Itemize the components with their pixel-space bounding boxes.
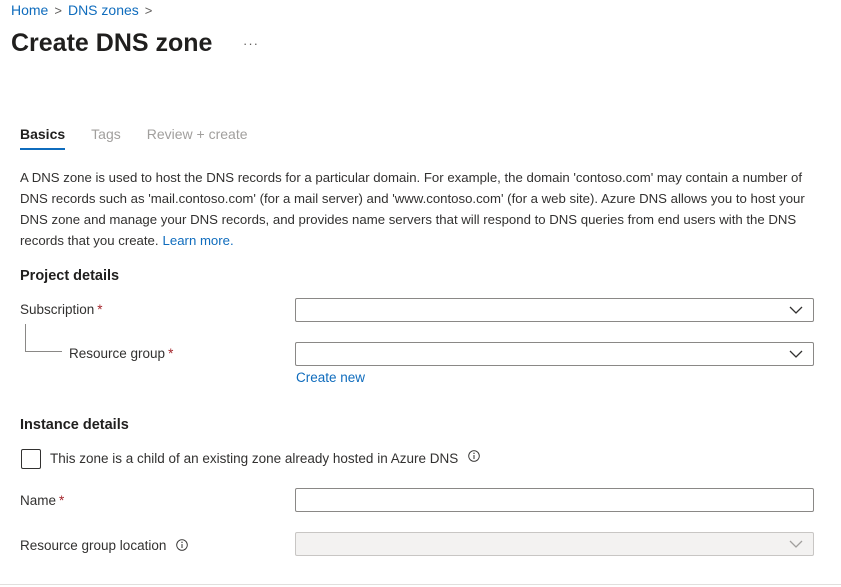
resource-group-location-label: Resource group location <box>20 538 188 553</box>
resource-group-label-text: Resource group <box>69 346 166 361</box>
name-label: Name * <box>20 493 64 508</box>
divider <box>0 584 841 585</box>
resource-group-dropdown[interactable] <box>295 342 814 366</box>
page-title: Create DNS zone <box>11 29 213 57</box>
resource-group-location-dropdown <box>295 532 814 556</box>
name-input[interactable] <box>295 488 814 512</box>
learn-more-link[interactable]: Learn more. <box>163 233 234 248</box>
tab-tags[interactable]: Tags <box>91 126 121 150</box>
info-icon[interactable] <box>468 450 480 463</box>
name-label-text: Name <box>20 493 57 508</box>
breadcrumb-dns-zones-link[interactable]: DNS zones <box>68 2 139 18</box>
chevron-down-icon <box>789 540 803 548</box>
tree-connector <box>25 324 26 351</box>
project-details-heading: Project details <box>20 268 120 284</box>
breadcrumb-home-link[interactable]: Home <box>11 2 48 18</box>
subscription-label: Subscription * <box>20 302 103 317</box>
chevron-down-icon <box>789 350 803 358</box>
tab-review-create[interactable]: Review + create <box>147 126 248 150</box>
chevron-down-icon <box>789 306 803 314</box>
create-new-resource-group-link[interactable]: Create new <box>296 370 365 385</box>
subscription-label-text: Subscription <box>20 302 95 317</box>
required-marker: * <box>59 493 65 508</box>
tree-connector <box>25 351 62 352</box>
required-marker: * <box>168 346 174 361</box>
info-icon[interactable] <box>176 539 188 551</box>
instance-details-heading: Instance details <box>20 417 129 433</box>
intro-text: A DNS zone is used to host the DNS recor… <box>20 170 805 248</box>
resource-group-location-label-text: Resource group location <box>20 538 167 553</box>
required-marker: * <box>97 302 103 317</box>
child-zone-label: This zone is a child of an existing zone… <box>50 450 480 466</box>
tab-bar: Basics Tags Review + create <box>20 126 248 150</box>
resource-group-label: Resource group * <box>69 346 173 361</box>
subscription-dropdown[interactable] <box>295 298 814 322</box>
child-zone-checkbox[interactable] <box>21 449 41 469</box>
more-options-button[interactable]: ··· <box>243 36 259 51</box>
breadcrumb-separator: > <box>54 2 62 18</box>
child-zone-label-text: This zone is a child of an existing zone… <box>50 451 459 466</box>
tab-basics[interactable]: Basics <box>20 126 66 150</box>
intro-description: A DNS zone is used to host the DNS recor… <box>20 167 820 251</box>
breadcrumb: Home > DNS zones > <box>11 2 158 18</box>
breadcrumb-separator: > <box>144 2 153 18</box>
